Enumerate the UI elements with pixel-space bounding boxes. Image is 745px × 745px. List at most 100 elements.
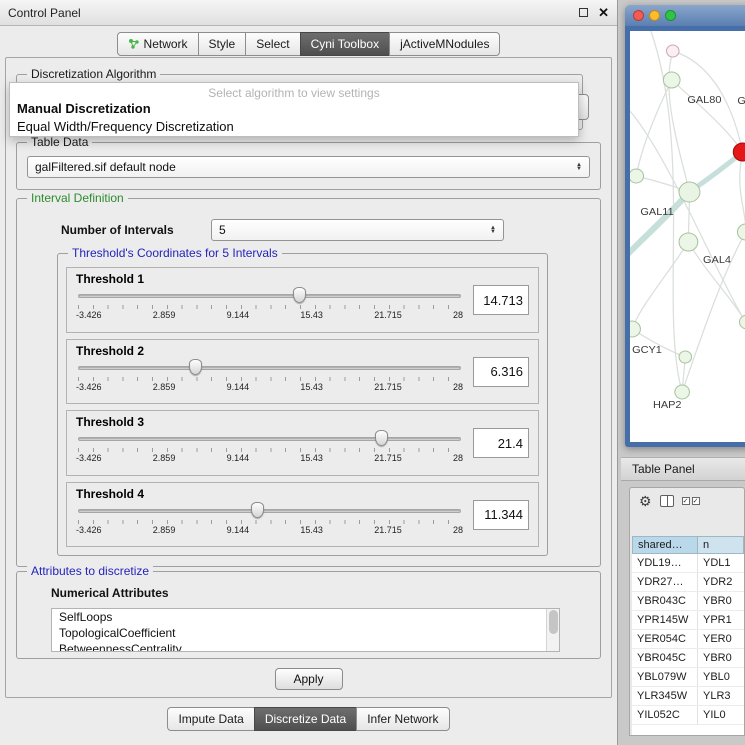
network-node[interactable] xyxy=(667,45,680,57)
slider-thumb[interactable] xyxy=(189,359,202,375)
slider-scale: -3.4262.8599.14415.4321.71528 xyxy=(76,382,463,392)
network-node[interactable] xyxy=(679,351,692,363)
apply-button[interactable]: Apply xyxy=(274,668,342,690)
num-intervals-combo[interactable]: 5 ▲▼ xyxy=(211,219,504,241)
list-item[interactable]: SelfLoops xyxy=(52,609,559,625)
close-icon[interactable]: ✕ xyxy=(598,6,609,19)
column-header-shared-name[interactable]: shared… xyxy=(632,536,698,554)
threshold-value-field[interactable]: 11.344 xyxy=(473,500,529,530)
checkbox-icon: ✓ xyxy=(692,497,700,505)
network-canvas[interactable]: GAL80GAGAL11GAL4GCY1HAP2 xyxy=(630,31,745,442)
threshold-value-field[interactable]: 6.316 xyxy=(473,357,529,387)
threshold-slider[interactable] xyxy=(76,287,463,304)
threshold-value-field[interactable]: 21.4 xyxy=(473,428,529,458)
slider-track[interactable] xyxy=(78,437,461,441)
scale-tick-label: 21.715 xyxy=(374,453,402,463)
interval-definition-group: Interval Definition Number of Intervals … xyxy=(16,198,601,567)
scale-tick-label: 9.144 xyxy=(227,525,250,535)
bottom-tab-bar: Impute Data Discretize DataInfer Network xyxy=(0,707,617,731)
list-item[interactable]: TopologicalCoefficient xyxy=(52,625,559,641)
threshold-panel: Threshold 2-3.4262.8599.14415.4321.71528… xyxy=(66,339,539,405)
slider-track[interactable] xyxy=(78,366,461,370)
float-window-icon[interactable] xyxy=(579,8,588,17)
threshold-slider[interactable] xyxy=(76,430,463,447)
slider-thumb[interactable] xyxy=(293,287,306,303)
zoom-traffic-light-icon[interactable] xyxy=(665,10,676,21)
network-node[interactable] xyxy=(740,315,745,329)
scale-tick-label: 9.144 xyxy=(227,453,250,463)
slider-scale: -3.4262.8599.14415.4321.71528 xyxy=(76,453,463,463)
table-header-row: shared… n xyxy=(632,536,744,554)
tab-network[interactable]: Network xyxy=(117,32,199,56)
checkbox-icon: ✓ xyxy=(682,497,690,505)
scale-tick-label: 2.859 xyxy=(153,453,176,463)
table-row[interactable]: YBR045CYBR0 xyxy=(632,649,744,668)
table-row[interactable]: YBR043CYBR0 xyxy=(632,592,744,611)
column-header-name[interactable]: n xyxy=(698,536,744,554)
tab-infer-network[interactable]: Infer Network xyxy=(356,707,449,731)
node-label: HAP2 xyxy=(653,399,682,411)
scale-tick-label: 28 xyxy=(453,382,463,392)
tab-jactivemnodules[interactable]: jActiveMNodules xyxy=(389,32,500,56)
control-panel-titlebar: Control Panel ✕ xyxy=(0,0,617,26)
numerical-attributes-list[interactable]: SelfLoopsTopologicalCoefficientBetweenne… xyxy=(51,608,560,652)
select-columns-icon[interactable]: ✓ ✓ xyxy=(682,497,700,505)
top-tab-bar: Network Style SelectCyni ToolboxjActiveMNo… xyxy=(0,32,617,56)
network-node[interactable] xyxy=(630,321,640,337)
table-row[interactable]: YDR27…YDR2 xyxy=(632,573,744,592)
scale-tick-label: 15.43 xyxy=(300,525,323,535)
table-row[interactable]: YDL19…YDL1 xyxy=(632,554,744,573)
gear-icon[interactable]: ⚙ xyxy=(639,494,652,508)
slider-thumb[interactable] xyxy=(251,502,264,518)
cell-name: YIL0 xyxy=(698,706,744,724)
discretization-algorithm-title: Discretization Algorithm xyxy=(27,67,160,81)
list-scrollbar[interactable] xyxy=(546,609,559,651)
tab-impute-data[interactable]: Impute Data xyxy=(167,707,254,731)
network-node[interactable] xyxy=(663,72,680,88)
network-node[interactable] xyxy=(630,169,644,183)
slider-track[interactable] xyxy=(78,294,461,298)
table-data-group: Table Data galFiltered.sif default node … xyxy=(16,142,601,190)
table-row[interactable]: YBL079WYBL0 xyxy=(632,668,744,687)
interval-definition-title: Interval Definition xyxy=(27,191,128,205)
slider-thumb[interactable] xyxy=(375,430,388,446)
dropdown-option-equal-width[interactable]: Equal Width/Frequency Discretization xyxy=(10,118,578,136)
dropdown-option-manual[interactable]: Manual Discretization xyxy=(10,100,578,118)
cell-name: YER0 xyxy=(698,630,744,648)
threshold-slider[interactable] xyxy=(76,359,463,376)
network-node[interactable] xyxy=(679,233,698,251)
table-row[interactable]: YPR145WYPR1 xyxy=(632,611,744,630)
close-traffic-light-icon[interactable] xyxy=(633,10,644,21)
screen: Control Panel ✕ Network Style SelectCyni T… xyxy=(0,0,745,745)
table-row[interactable]: YER054CYER0 xyxy=(632,630,744,649)
tab-discretize-data[interactable]: Discretize Data xyxy=(254,707,357,731)
minimize-traffic-light-icon[interactable] xyxy=(649,10,660,21)
table-row[interactable]: YLR345WYLR3 xyxy=(632,687,744,706)
network-node[interactable] xyxy=(737,224,745,240)
threshold-slider[interactable] xyxy=(76,502,463,519)
threshold-panel: Threshold 4-3.4262.8599.14415.4321.71528… xyxy=(66,482,539,548)
network-node[interactable] xyxy=(675,385,690,399)
network-node[interactable] xyxy=(679,182,700,202)
threshold-panel: Threshold 1-3.4262.8599.14415.4321.71528… xyxy=(66,267,539,333)
slider-scale: -3.4262.8599.14415.4321.71528 xyxy=(76,310,463,320)
tab-select[interactable]: Select xyxy=(245,32,300,56)
scrollbar-thumb[interactable] xyxy=(549,610,558,634)
tab-label: Impute Data xyxy=(178,712,243,726)
cell-name: YPR1 xyxy=(698,611,744,629)
list-item[interactable]: BetweennessCentrality xyxy=(52,641,559,652)
control-panel-window: Control Panel ✕ Network Style SelectCyni T… xyxy=(0,0,618,745)
table-data-combo[interactable]: galFiltered.sif default node ▲▼ xyxy=(27,156,590,178)
slider-track[interactable] xyxy=(78,509,461,513)
columns-icon[interactable] xyxy=(660,495,674,507)
window-title: Control Panel xyxy=(8,6,81,20)
tab-label: Style xyxy=(209,37,236,51)
tab-cyni-toolbox[interactable]: Cyni Toolbox xyxy=(300,32,390,56)
network-titlebar[interactable] xyxy=(625,5,745,26)
node-label: GAL80 xyxy=(687,94,721,106)
scale-tick-label: -3.426 xyxy=(76,310,102,320)
tab-style[interactable]: Style xyxy=(198,32,247,56)
table-panel-header[interactable]: Table Panel xyxy=(621,457,745,481)
table-row[interactable]: YIL052CYIL0 xyxy=(632,706,744,725)
threshold-value-field[interactable]: 14.713 xyxy=(473,285,529,315)
